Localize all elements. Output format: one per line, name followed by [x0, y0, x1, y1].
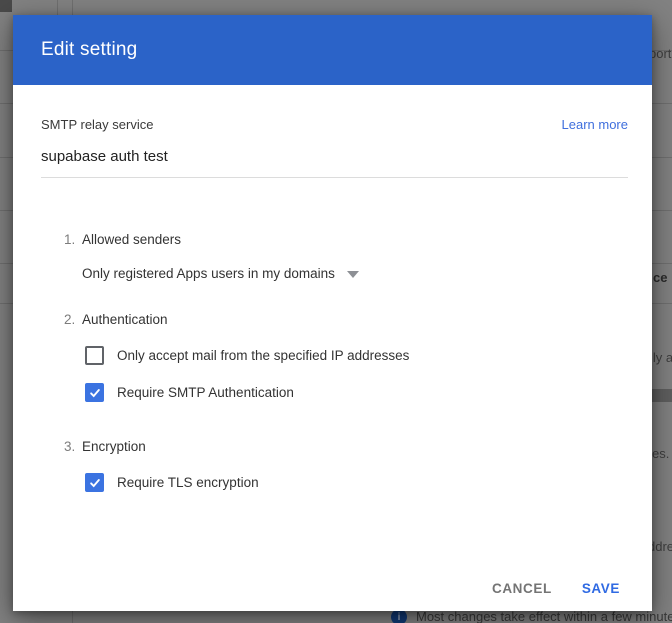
bg-corner-block	[0, 0, 12, 12]
cancel-button[interactable]: CANCEL	[492, 581, 552, 596]
dialog-title: Edit setting	[41, 39, 137, 61]
checkbox-label: Require TLS encryption	[117, 474, 259, 491]
section-number: 1.	[64, 232, 82, 248]
bg-footer-text: Most changes take effect within a few mi…	[416, 609, 672, 623]
checkbox-row-tls[interactable]: Require TLS encryption	[85, 473, 259, 492]
dropdown-arrow-icon	[347, 271, 359, 278]
checkbox-tls[interactable]	[85, 473, 104, 492]
allowed-senders-selected-value: Only registered Apps users in my domains	[82, 265, 335, 282]
section-number: 2.	[64, 312, 82, 328]
section-label: Allowed senders	[82, 232, 181, 248]
section-label: Encryption	[82, 439, 146, 455]
save-button[interactable]: SAVE	[582, 581, 620, 596]
checkbox-smtp-auth[interactable]	[85, 383, 104, 402]
checkbox-label: Require SMTP Authentication	[117, 384, 294, 401]
section-authentication: 2. Authentication	[64, 312, 168, 328]
section-label: Authentication	[82, 312, 168, 328]
edit-setting-dialog: Edit setting SMTP relay service Learn mo…	[13, 15, 652, 611]
bg-table-line	[57, 0, 58, 15]
bg-footer-note: i Most changes take effect within a few …	[391, 609, 672, 623]
dialog-actions: CANCEL SAVE	[492, 581, 620, 596]
dialog-header: Edit setting	[13, 15, 652, 85]
bg-fragment-row2: es.	[652, 446, 669, 461]
checkbox-row-smtp-auth[interactable]: Require SMTP Authentication	[85, 383, 294, 402]
setting-meta-row: SMTP relay service Learn more	[41, 117, 628, 132]
section-allowed-senders: 1. Allowed senders	[64, 232, 181, 248]
checkbox-row-ip-addresses[interactable]: Only accept mail from the specified IP a…	[85, 346, 409, 365]
allowed-senders-select[interactable]: Only registered Apps users in my domains	[82, 265, 359, 282]
info-icon: i	[391, 609, 407, 623]
learn-more-link[interactable]: Learn more	[562, 117, 628, 132]
setting-name-input[interactable]	[41, 147, 628, 178]
checkmark-icon	[89, 477, 101, 489]
section-encryption: 3. Encryption	[64, 439, 146, 455]
checkbox-label: Only accept mail from the specified IP a…	[117, 347, 409, 364]
bg-fragment-support: port	[649, 46, 671, 61]
bg-fragment-row1: lly a	[650, 350, 672, 365]
screen: port ce lly a es. ddre i Most changes ta…	[0, 0, 672, 623]
checkmark-icon	[89, 387, 101, 399]
section-number: 3.	[64, 439, 82, 455]
bg-fragment-table-header: ce	[653, 270, 667, 285]
checkbox-ip-addresses[interactable]	[85, 346, 104, 365]
setting-type-label: SMTP relay service	[41, 117, 153, 132]
